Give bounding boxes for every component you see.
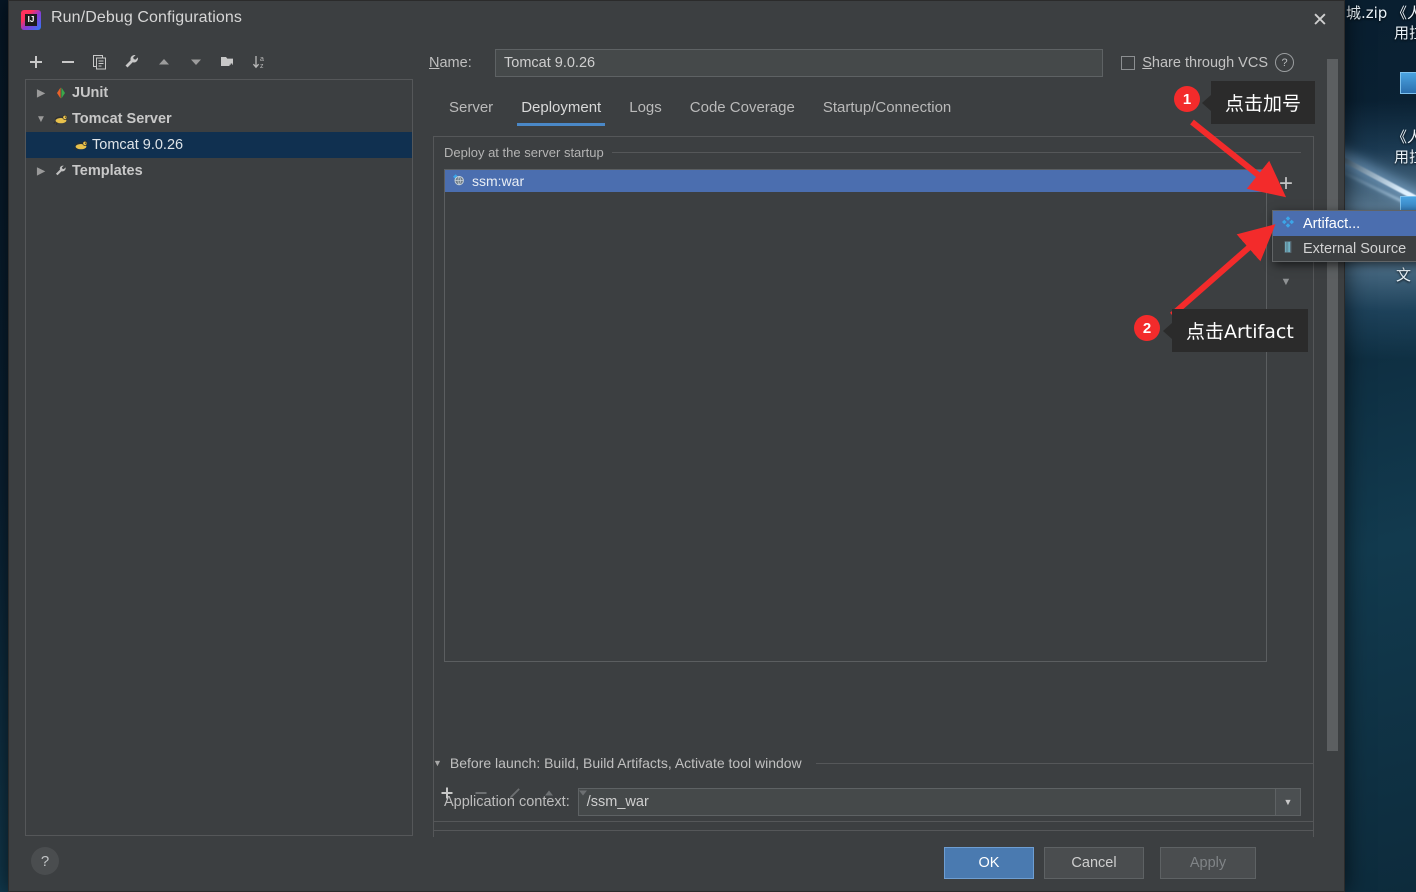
share-through-vcs-label[interactable]: Share through VCS bbox=[1142, 55, 1268, 71]
before-launch-remove-button[interactable] bbox=[467, 781, 495, 805]
menu-item-external-source[interactable]: External Source bbox=[1273, 236, 1416, 261]
configuration-editor-pane: Name: Share through VCS ? Server Deploym… bbox=[421, 43, 1340, 835]
before-launch-title: Before launch: Build, Build Artifacts, A… bbox=[449, 755, 802, 771]
before-launch-move-down-button[interactable] bbox=[569, 781, 597, 805]
deployment-artifacts-list[interactable]: ssm:war bbox=[444, 169, 1267, 662]
tree-twisty-collapsed-icon[interactable]: ▶ bbox=[32, 88, 50, 99]
external-source-icon bbox=[1281, 240, 1295, 258]
desktop-label-0: 城.zip bbox=[1346, 4, 1388, 22]
ok-button[interactable]: OK bbox=[944, 847, 1034, 879]
wrench-icon bbox=[50, 164, 72, 178]
sort-configurations-button[interactable]: a z bbox=[245, 48, 275, 76]
svg-text:a: a bbox=[260, 56, 264, 63]
name-input[interactable] bbox=[495, 49, 1103, 77]
tree-twisty-expanded-icon[interactable]: ▼ bbox=[32, 114, 50, 125]
desktop-label-1: 《人 bbox=[1392, 4, 1416, 22]
name-row: Name: bbox=[429, 49, 1103, 77]
dialog-scrollbar-thumb[interactable] bbox=[1327, 59, 1338, 751]
annotation-badge-1: 1 bbox=[1174, 86, 1200, 112]
tab-deployment[interactable]: Deployment bbox=[507, 93, 615, 126]
before-launch-twisty-icon[interactable]: ▼ bbox=[433, 758, 442, 768]
svg-text:z: z bbox=[260, 63, 264, 70]
run-debug-configurations-dialog: IJ Run/Debug Configurations ✕ a z ▶ JUni… bbox=[8, 0, 1345, 892]
tab-code-coverage[interactable]: Code Coverage bbox=[676, 93, 809, 126]
configuration-tabs: Server Deployment Logs Code Coverage Sta… bbox=[435, 93, 965, 131]
deploy-legend-label: Deploy at the server startup bbox=[444, 145, 604, 160]
move-up-button[interactable] bbox=[149, 48, 179, 76]
desktop-icon-tile-0 bbox=[1400, 72, 1416, 94]
annotation-callout-1: 点击加号 bbox=[1201, 81, 1316, 124]
edit-templates-button[interactable] bbox=[117, 48, 147, 76]
tree-item-label: Tomcat Server bbox=[72, 111, 172, 127]
tree-item-label: JUnit bbox=[72, 85, 109, 101]
copy-configuration-button[interactable] bbox=[85, 48, 115, 76]
screen-root: 城.zip 《人 用拉 《人 用拉 文 IJ Run/Debug Configu… bbox=[0, 0, 1416, 892]
share-through-vcs-checkbox[interactable] bbox=[1121, 55, 1136, 70]
junit-icon bbox=[50, 86, 72, 100]
tree-item-junit[interactable]: ▶ JUnit bbox=[26, 80, 412, 106]
apply-button[interactable]: Apply bbox=[1160, 847, 1256, 879]
configurations-toolbar: a z bbox=[21, 45, 413, 79]
new-folder-button[interactable] bbox=[213, 48, 243, 76]
add-configuration-button[interactable] bbox=[21, 48, 51, 76]
tree-twisty-collapsed-icon[interactable]: ▶ bbox=[32, 166, 50, 177]
add-artifact-button[interactable]: + bbox=[1269, 169, 1303, 199]
add-deployment-popup-menu: Artifact... External Source bbox=[1272, 210, 1416, 262]
cancel-button[interactable]: Cancel bbox=[1044, 847, 1144, 879]
share-help-icon[interactable]: ? bbox=[1275, 53, 1294, 72]
annotation-callout-2: 点击Artifact bbox=[1163, 309, 1308, 352]
dialog-titlebar: IJ Run/Debug Configurations ✕ bbox=[9, 1, 1344, 39]
deploy-legend: Deploy at the server startup bbox=[444, 145, 1301, 160]
tab-startup-connection[interactable]: Startup/Connection bbox=[809, 93, 965, 126]
menu-item-label: Artifact... bbox=[1303, 215, 1361, 232]
remove-configuration-button[interactable] bbox=[53, 48, 83, 76]
desktop-label-5: 文 bbox=[1396, 266, 1412, 284]
dialog-title: Run/Debug Configurations bbox=[51, 9, 242, 26]
before-launch-divider bbox=[815, 762, 1314, 764]
annotation-badge-2: 2 bbox=[1134, 315, 1160, 341]
dialog-scrollbar-track[interactable] bbox=[1326, 59, 1339, 759]
legend-divider bbox=[611, 152, 1301, 153]
before-launch-header: ▼ Before launch: Build, Build Artifacts,… bbox=[433, 755, 1314, 771]
before-launch-toolbar bbox=[433, 781, 1314, 805]
tree-item-tomcat-9-0-26[interactable]: Tomcat 9.0.26 bbox=[26, 132, 412, 158]
menu-item-artifact[interactable]: Artifact... bbox=[1273, 211, 1416, 236]
question-mark-icon[interactable]: ? bbox=[31, 847, 59, 875]
tree-item-tomcat-server[interactable]: ▼ Tomcat Server bbox=[26, 106, 412, 132]
artifact-dropdown-button[interactable]: ▼ bbox=[1269, 267, 1303, 297]
name-label: Name: bbox=[429, 55, 472, 71]
before-launch-move-up-button[interactable] bbox=[535, 781, 563, 805]
intellij-idea-icon-glyph: IJ bbox=[25, 14, 37, 26]
artifact-icon bbox=[1281, 215, 1295, 233]
share-through-vcs-row: Share through VCS ? bbox=[1121, 53, 1294, 72]
tomcat-icon bbox=[50, 112, 72, 126]
desktop-label-4: 用拉 bbox=[1394, 148, 1416, 166]
tab-logs[interactable]: Logs bbox=[615, 93, 676, 126]
configurations-tree: ▶ JUnit ▼ Tomcat Server Tomcat 9.0.26 ▶ … bbox=[25, 79, 413, 836]
desktop-label-2: 用拉 bbox=[1394, 24, 1416, 42]
before-launch-section: ▼ Before launch: Build, Build Artifacts,… bbox=[433, 755, 1314, 837]
menu-item-label: External Source bbox=[1303, 240, 1407, 257]
tab-server[interactable]: Server bbox=[435, 93, 507, 126]
desktop-label-3: 《人 bbox=[1392, 128, 1416, 146]
list-item[interactable]: ssm:war bbox=[445, 170, 1266, 192]
close-icon[interactable]: ✕ bbox=[1306, 7, 1334, 33]
tree-item-label: Tomcat 9.0.26 bbox=[92, 137, 184, 153]
before-launch-add-button[interactable] bbox=[433, 781, 461, 805]
dialog-footer: ? OK Cancel Apply bbox=[9, 835, 1344, 891]
deployment-panel: Deploy at the server startup ssm:war + ▼… bbox=[433, 136, 1314, 831]
tomcat-icon bbox=[70, 138, 92, 152]
tree-item-label: Templates bbox=[72, 163, 143, 179]
move-down-button[interactable] bbox=[181, 48, 211, 76]
before-launch-edit-button[interactable] bbox=[501, 781, 529, 805]
tree-item-templates[interactable]: ▶ Templates bbox=[26, 158, 412, 184]
artifact-label: ssm:war bbox=[472, 173, 525, 189]
intellij-idea-icon: IJ bbox=[21, 10, 41, 30]
artifact-war-icon bbox=[451, 173, 466, 190]
